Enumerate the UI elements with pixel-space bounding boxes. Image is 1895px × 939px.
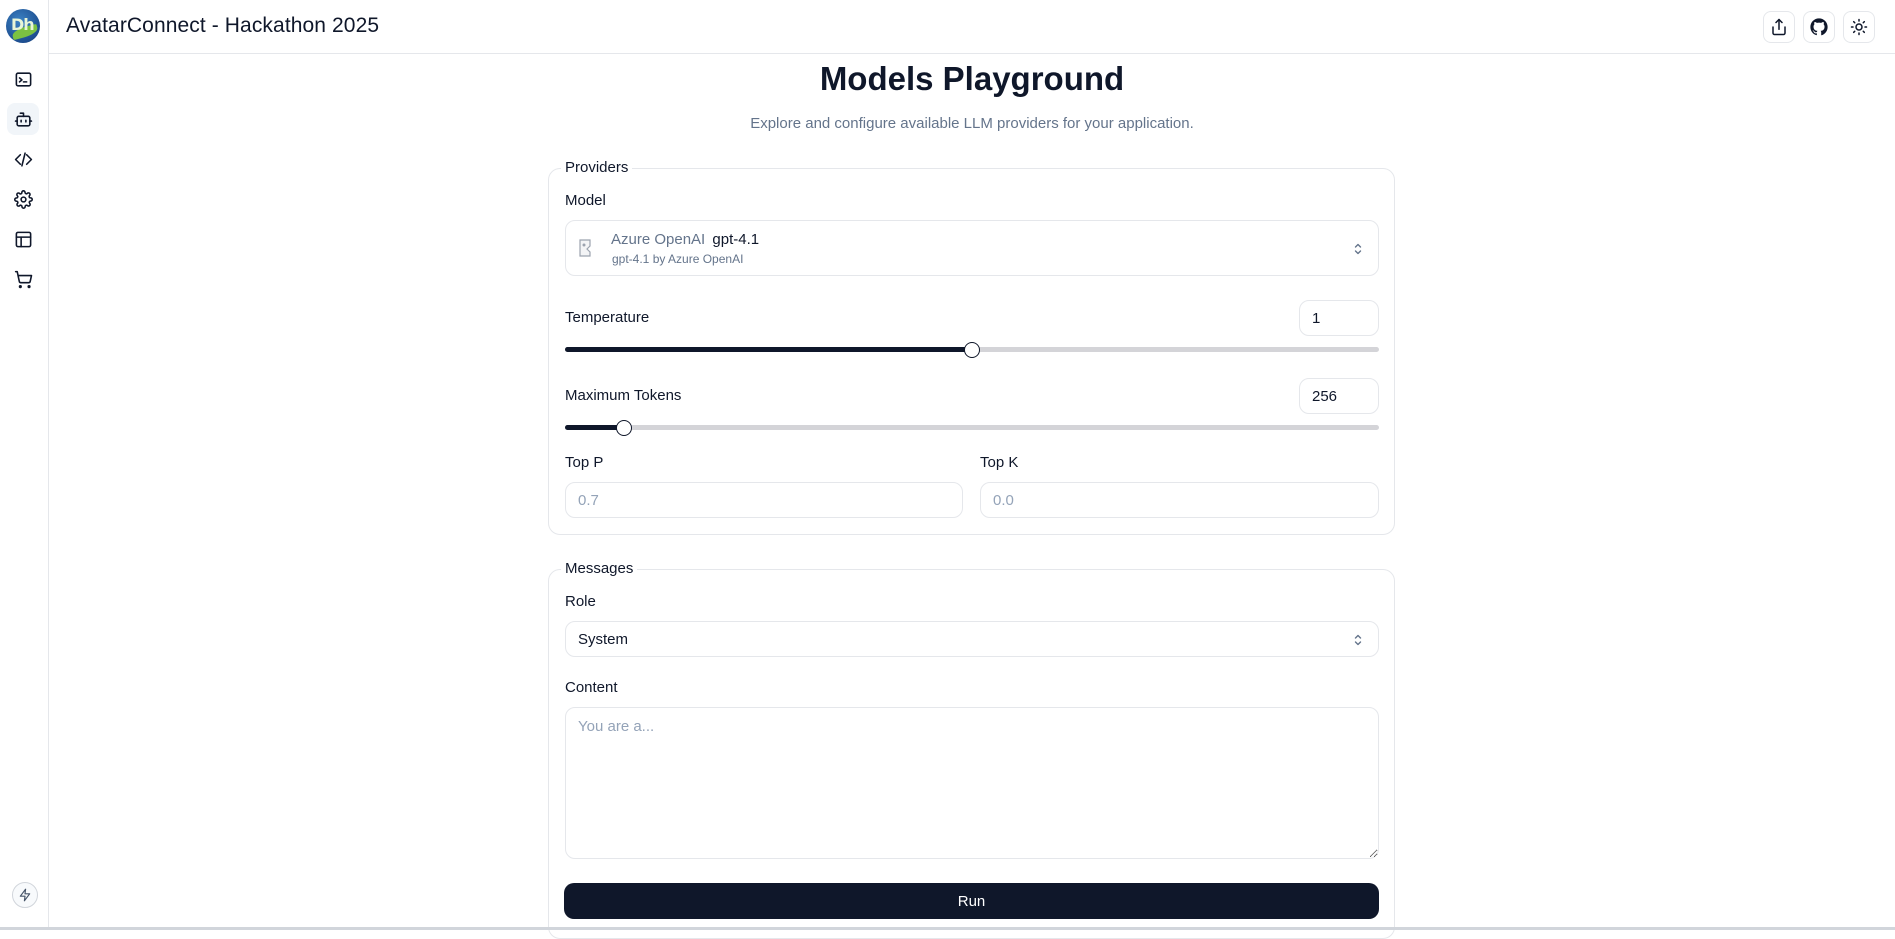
bolt-icon [19, 888, 31, 902]
chevrons-up-down-icon [1354, 243, 1362, 255]
run-button[interactable]: Run [564, 883, 1379, 919]
slider-thumb[interactable] [615, 420, 632, 436]
role-label: Role [565, 593, 596, 610]
sidebar-item-settings[interactable] [7, 183, 39, 215]
chevrons-up-down-icon [1354, 634, 1362, 646]
model-name: gpt-4.1 [712, 231, 760, 248]
model-description: gpt-4.1 by Azure OpenAI [612, 252, 744, 266]
share-button[interactable] [1763, 11, 1795, 43]
slider-track [565, 425, 1379, 430]
sidebar-item-layout[interactable] [7, 223, 39, 255]
temperature-label: Temperature [565, 309, 650, 326]
max-tokens-label: Maximum Tokens [565, 387, 682, 404]
settings-icon [13, 189, 33, 209]
app-logo[interactable]: Dh [6, 9, 40, 43]
github-button[interactable] [1803, 11, 1835, 43]
content-textarea[interactable] [565, 707, 1379, 859]
slider-fill [565, 347, 972, 352]
github-icon [1810, 18, 1828, 36]
sun-icon [1850, 18, 1868, 36]
top-k-label: Top K [980, 454, 1019, 471]
sidebar-item-terminal[interactable] [7, 63, 39, 95]
slider-fill [565, 425, 624, 430]
sidebar-item-cart[interactable] [7, 263, 39, 295]
sidebar-item-models[interactable] [7, 103, 39, 135]
page-subtitle: Explore and configure available LLM prov… [750, 115, 1194, 132]
layout-icon [15, 231, 31, 247]
cart-icon [14, 270, 32, 288]
sidebar-item-code[interactable] [7, 143, 39, 175]
page-title: Models Playground [819, 60, 1125, 97]
content-label: Content [565, 679, 618, 696]
role-select[interactable]: System [565, 621, 1379, 657]
terminal-icon [15, 71, 31, 87]
max-tokens-slider[interactable] [565, 420, 1379, 436]
model-provider-name: Azure OpenAI [611, 231, 706, 248]
top-header: AvatarConnect - Hackathon 2025 [49, 0, 1895, 54]
sidebar: Dh [0, 0, 49, 930]
bolt-button[interactable] [12, 882, 38, 908]
app-title: AvatarConnect - Hackathon 2025 [66, 14, 380, 37]
providers-panel: Providers Model Azure OpenAI gpt-4.1 gpt… [548, 159, 1395, 535]
bot-icon [14, 111, 32, 127]
slider-thumb[interactable] [964, 342, 980, 358]
temperature-input[interactable] [1299, 300, 1379, 336]
model-select[interactable]: Azure OpenAI gpt-4.1 gpt-4.1 by Azure Op… [565, 220, 1379, 276]
theme-toggle-button[interactable] [1843, 11, 1875, 43]
messages-legend: Messages [561, 560, 638, 577]
broken-image-icon [579, 239, 591, 257]
max-tokens-input[interactable] [1299, 378, 1379, 414]
top-k-input[interactable] [980, 482, 1379, 518]
model-provider: Azure OpenAI gpt-4.1 [611, 231, 759, 248]
top-p-label: Top P [565, 454, 604, 471]
role-value: System [578, 631, 629, 648]
top-p-input[interactable] [565, 482, 963, 518]
temperature-slider[interactable] [565, 342, 1379, 358]
logo-text: Dh [11, 15, 35, 34]
code-icon [14, 151, 32, 167]
providers-legend: Providers [561, 159, 633, 176]
model-label: Model [565, 192, 606, 209]
share-icon [1772, 18, 1786, 36]
